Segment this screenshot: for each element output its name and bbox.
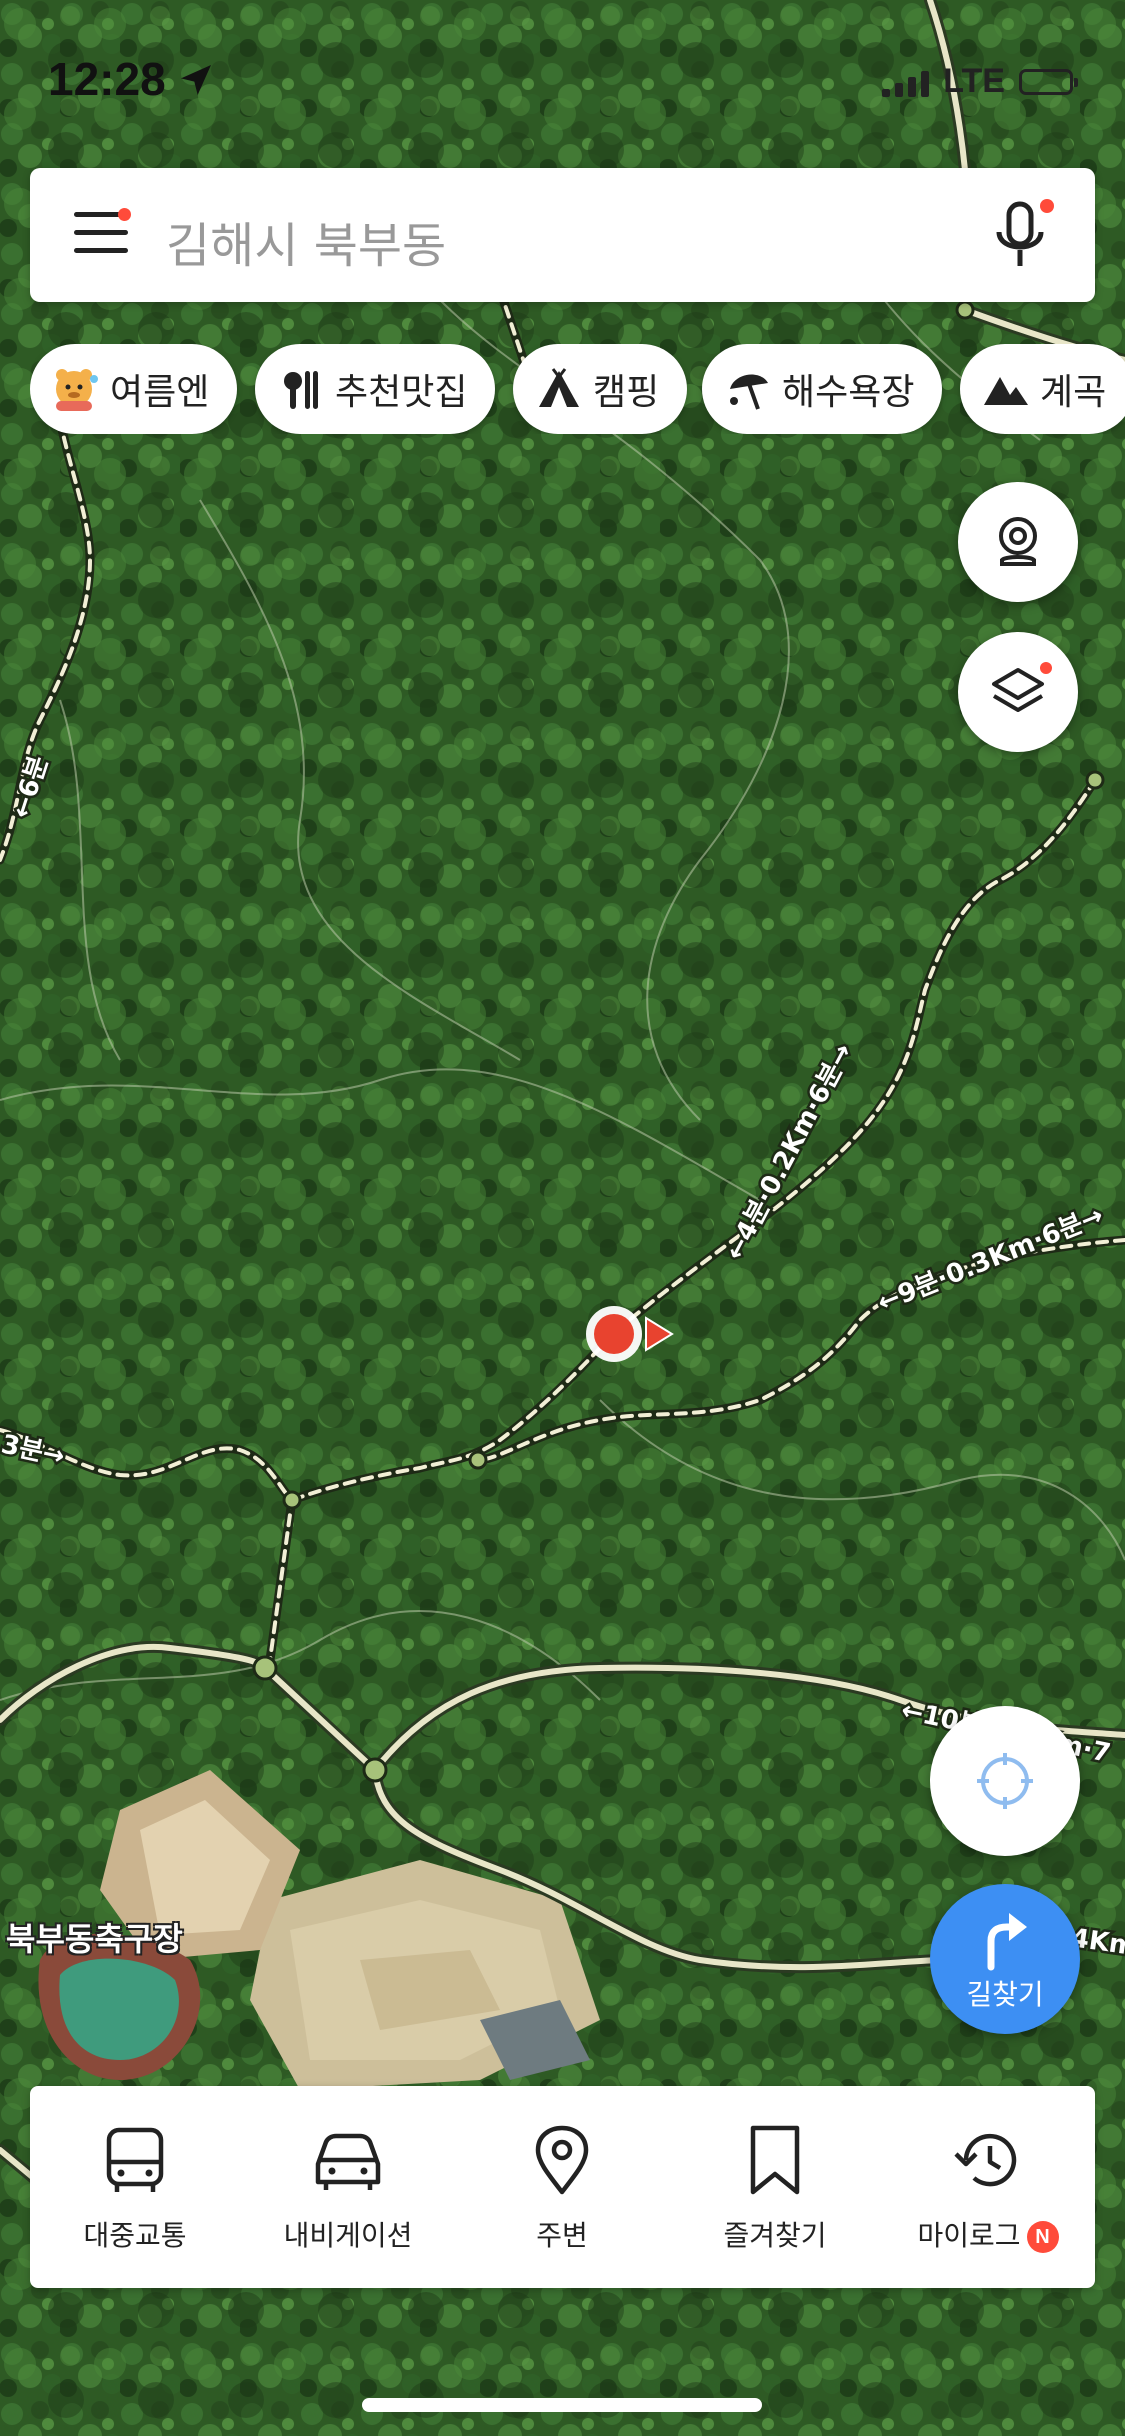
roadview-button[interactable] <box>958 482 1078 602</box>
nav-label: 마이로그 <box>917 2219 1021 2252</box>
my-location-button[interactable] <box>930 1706 1080 1856</box>
parasol-icon <box>730 374 768 410</box>
search-bar[interactable]: 김해시 북부동 <box>30 168 1095 302</box>
status-time: 12:28 <box>48 53 166 105</box>
status-indicators: LTE <box>882 62 1078 101</box>
chip-label: 해수욕장 <box>782 372 915 413</box>
status-bar: 12:28 LTE <box>0 0 1125 150</box>
chip-summer[interactable]: 여름엔 <box>30 344 238 434</box>
nav-label: 주변 <box>536 2219 588 2252</box>
chip-label: 계곡 <box>1040 372 1107 413</box>
mountain-icon <box>984 377 1028 405</box>
home-indicator[interactable] <box>362 2398 762 2412</box>
car-icon <box>315 2133 381 2190</box>
chip-label: 추천맛집 <box>335 372 468 413</box>
nav-label: 내비게이션 <box>283 2219 413 2252</box>
tent-icon <box>539 368 579 407</box>
turn-right-arrow-icon <box>987 1913 1027 1971</box>
network-label: LTE <box>943 62 1005 100</box>
layers-notification-dot <box>1040 662 1052 674</box>
location-pin-icon <box>535 2125 589 2195</box>
roadview-icon <box>999 517 1037 566</box>
directions-label: 길찾기 <box>966 1978 1044 2011</box>
chip-label: 여름엔 <box>110 372 210 413</box>
character-icon <box>56 369 98 411</box>
microphone-icon[interactable] <box>983 196 1059 278</box>
nav-favorites[interactable]: 즐겨찾기 <box>675 2086 875 2288</box>
chip-restaurants[interactable]: 추천맛집 <box>255 344 496 434</box>
menu-notification-dot <box>118 208 131 221</box>
chip-camping[interactable]: 캠핑 <box>513 344 688 434</box>
nav-public-transit[interactable]: 대중교통 <box>35 2086 235 2288</box>
new-badge: N <box>1026 2221 1059 2253</box>
nav-navigation[interactable]: 내비게이션 <box>248 2086 448 2288</box>
chip-valley[interactable]: 계곡 <box>960 344 1125 434</box>
history-icon <box>954 2133 1017 2187</box>
battery-icon <box>1019 68 1078 95</box>
chip-beach[interactable]: 해수욕장 <box>702 344 943 434</box>
bottom-navigation: 대중교통 내비게이션 주변 즐겨찾기 마이로그 N <box>30 2086 1095 2288</box>
category-chips: 여름엔 추천맛집 캠핑 해수욕장 계곡 <box>30 344 1125 434</box>
nav-nearby[interactable]: 주변 <box>462 2086 662 2288</box>
nav-label-with-badge: 마이로그 N <box>888 2214 1088 2254</box>
nav-mylog[interactable]: 마이로그 N <box>888 2086 1088 2288</box>
bus-icon <box>106 2127 164 2192</box>
utensils-icon <box>284 371 318 409</box>
place-label[interactable]: 북부동축구장 <box>6 1914 183 1960</box>
layers-button[interactable] <box>958 632 1078 752</box>
directions-button[interactable]: 길찾기 <box>930 1884 1080 2034</box>
signal-icon <box>882 67 930 97</box>
search-input[interactable]: 김해시 북부동 <box>166 206 446 276</box>
bookmark-icon <box>750 2125 800 2195</box>
nav-label: 대중교통 <box>83 2219 187 2252</box>
chip-label: 캠핑 <box>593 372 660 413</box>
nav-label: 즐겨찾기 <box>723 2219 827 2252</box>
location-arrow-icon <box>181 65 211 95</box>
crosshair-icon <box>977 1753 1033 1809</box>
